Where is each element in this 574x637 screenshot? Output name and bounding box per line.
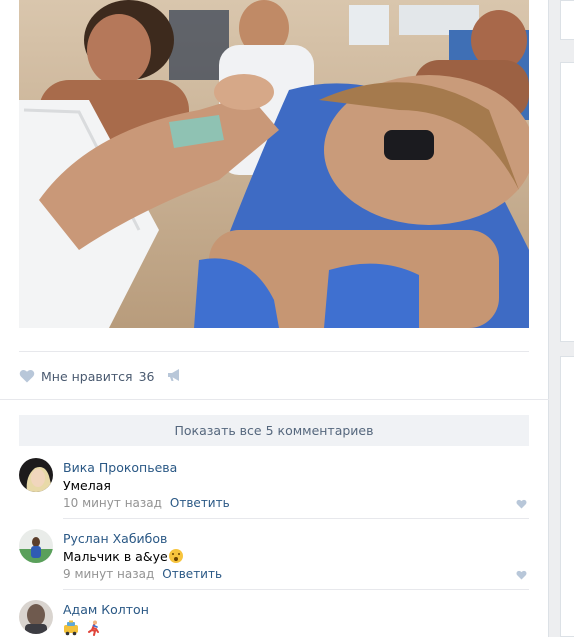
megaphone-icon[interactable] — [166, 367, 182, 383]
comment-text: Умелая — [63, 478, 111, 493]
comment-separator — [63, 518, 529, 519]
avatar[interactable] — [19, 600, 53, 634]
divider — [0, 399, 549, 400]
divider — [19, 351, 529, 352]
comment-author[interactable]: Вика Прокопьева — [63, 460, 177, 475]
side-card — [560, 62, 574, 342]
comment-text — [63, 620, 105, 636]
comment: Адам Колтон — [19, 600, 529, 637]
heart-icon[interactable] — [516, 499, 527, 509]
avatar[interactable] — [19, 529, 53, 563]
comment-author[interactable]: Руслан Хабибов — [63, 531, 167, 546]
avatar[interactable] — [19, 458, 53, 492]
like-label: Мне нравится — [41, 368, 133, 384]
reply-link[interactable]: Ответить — [170, 496, 230, 510]
comment-meta: 9 минут назад Ответить — [63, 567, 222, 581]
comment-time[interactable]: 9 минут назад — [63, 567, 154, 581]
reply-link[interactable]: Ответить — [162, 567, 222, 581]
runner-icon — [87, 620, 99, 636]
astonished-face-icon — [168, 549, 183, 563]
show-all-comments-button[interactable]: Показать все 5 комментариев — [19, 415, 529, 446]
heart-icon[interactable] — [516, 570, 527, 580]
comment: Руслан Хабибов Мальчик в а&уе 9 минут на… — [19, 529, 529, 589]
side-card — [560, 356, 574, 637]
side-card — [560, 0, 574, 40]
comment-time[interactable]: 10 минут назад — [63, 496, 162, 510]
comment-meta: 10 минут назад Ответить — [63, 496, 230, 510]
comment: Вика Прокопьева Умелая 10 минут назад Отв… — [19, 458, 529, 518]
heart-icon — [19, 369, 35, 383]
comment-text: Мальчик в а&уе — [63, 549, 183, 564]
taxi-icon — [64, 620, 78, 636]
comment-author[interactable]: Адам Колтон — [63, 602, 149, 617]
comment-text-content: Мальчик в а&уе — [63, 549, 168, 564]
post-photo[interactable] — [19, 0, 529, 328]
post-card: Мне нравится 36 Показать все 5 комментар… — [0, 0, 549, 637]
comment-separator — [63, 589, 529, 590]
like-button[interactable]: Мне нравится 36 — [19, 366, 154, 386]
like-count: 36 — [138, 368, 155, 384]
